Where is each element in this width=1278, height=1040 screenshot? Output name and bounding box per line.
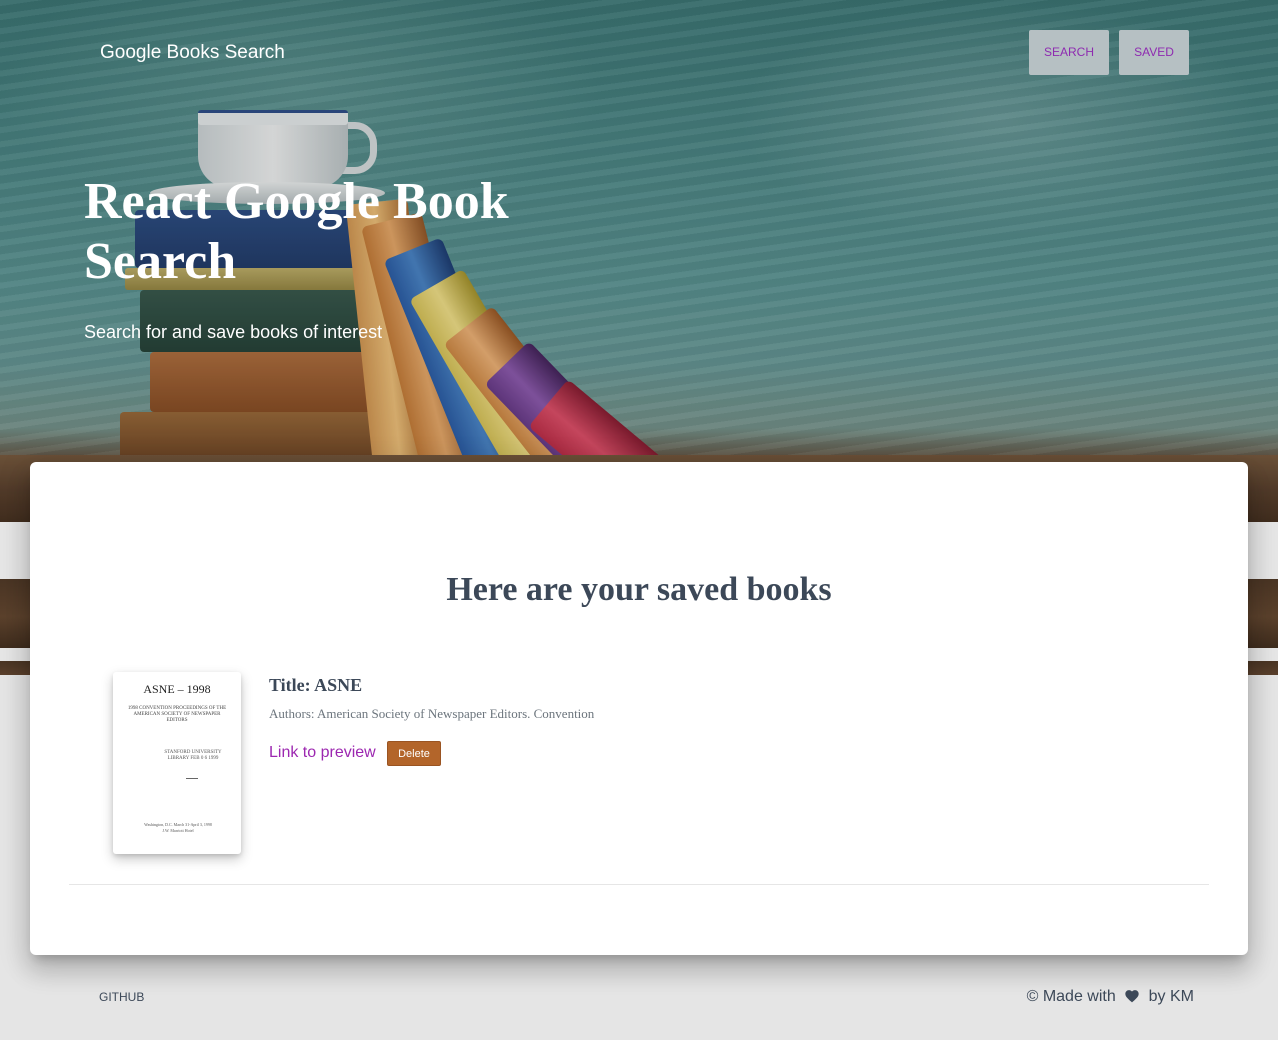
divider	[69, 884, 1209, 885]
delete-button[interactable]: Delete	[387, 741, 441, 766]
hero-title: React Google Book Search	[84, 173, 509, 290]
footer-credit: © Made with by KM	[1027, 986, 1194, 1010]
saved-books-card: Here are your saved books ASNE – 1998 19…	[30, 462, 1248, 955]
credit-prefix: © Made with	[1026, 988, 1116, 1005]
github-link[interactable]: GITHUB	[99, 989, 144, 1005]
heart-icon	[1124, 988, 1140, 1010]
thumbnail-library-stamp: STANFORD UNIVERSITY LIBRARY FEB 0 6 1999	[164, 750, 222, 761]
credit-suffix: by KM	[1148, 988, 1194, 1005]
thumbnail-rule	[186, 778, 198, 779]
book-thumbnail: ASNE – 1998 1998 CONVENTION PROCEEDINGS …	[113, 672, 241, 854]
book-authors: Authors: American Society of Newspaper E…	[269, 706, 595, 721]
brand-link[interactable]: Google Books Search	[100, 40, 285, 66]
page: Google Books Search SEARCH SAVED React G…	[0, 0, 1278, 1040]
thumbnail-title: ASNE – 1998	[143, 682, 211, 696]
nav-saved-button[interactable]: SAVED	[1119, 30, 1189, 75]
saved-books-heading: Here are your saved books	[446, 571, 832, 608]
book-title: Title: ASNE	[269, 675, 363, 695]
nav-search-button[interactable]: SEARCH	[1029, 30, 1109, 75]
thumbnail-footer: Washington, D.C. March 31-April 3, 1998 …	[144, 822, 212, 833]
thumbnail-subtitle: 1998 CONVENTION PROCEEDINGS OF THE AMERI…	[127, 706, 227, 723]
preview-link[interactable]: Link to preview	[269, 742, 376, 764]
hero-subtitle: Search for and save books of interest	[84, 322, 383, 342]
